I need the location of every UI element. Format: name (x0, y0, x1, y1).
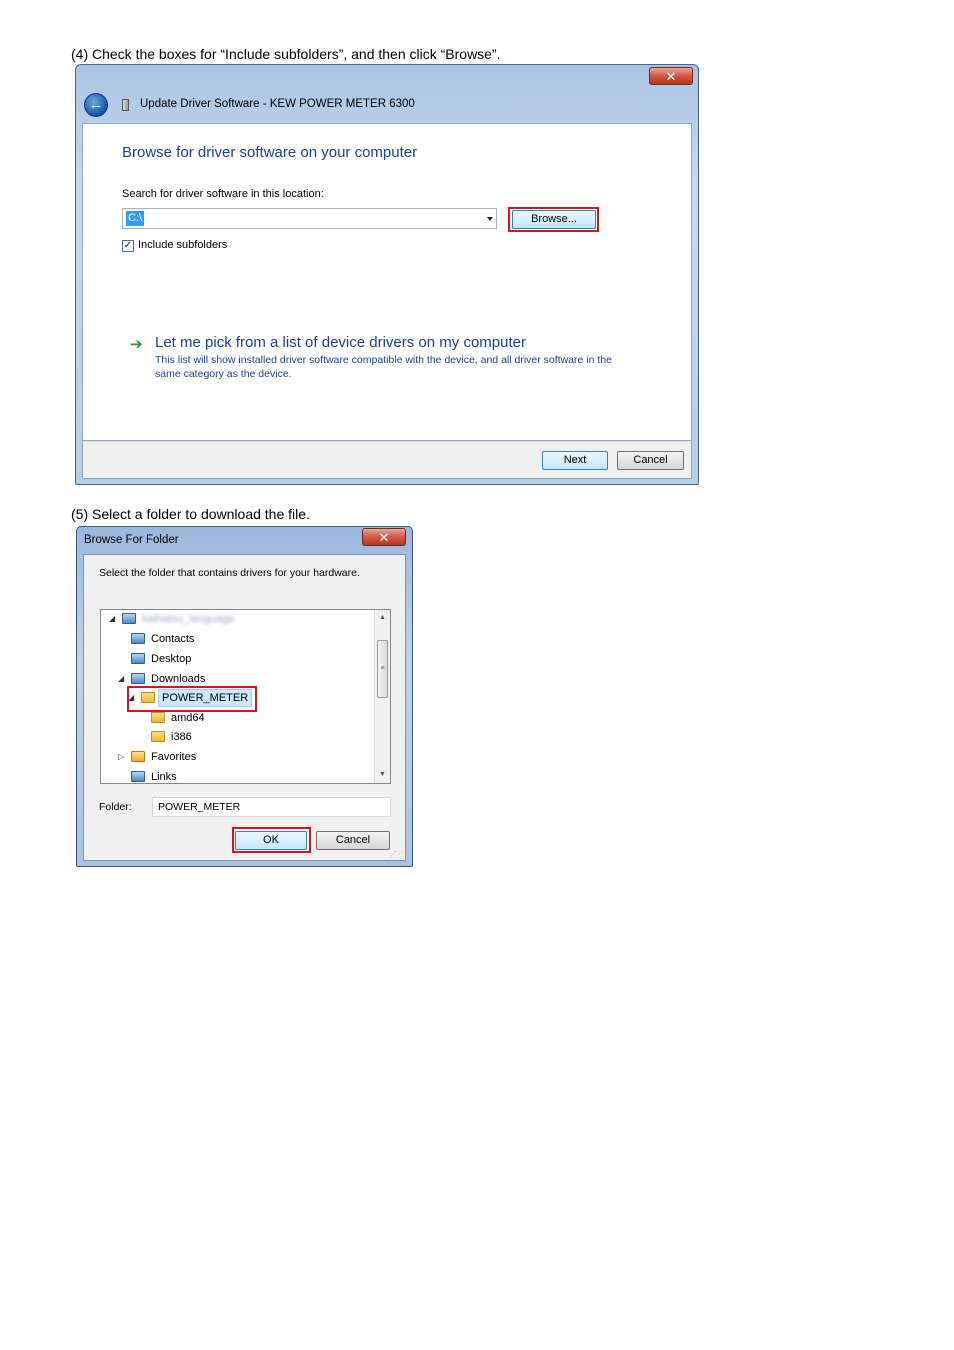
dialog-title: Browse For Folder (84, 534, 179, 546)
page-heading: Browse for driver software on your compu… (122, 144, 418, 161)
path-value[interactable]: C:\ (126, 211, 145, 226)
favorites-folder-icon (131, 751, 145, 762)
include-subfolders-label[interactable]: Include subfolders (138, 239, 227, 251)
tree-item-label: i386 (171, 731, 192, 743)
pick-driver-description: This list will show installed driver sof… (155, 354, 612, 380)
desktop-folder-icon (131, 653, 145, 664)
close-button[interactable]: ✕ (362, 528, 406, 546)
cancel-button[interactable]: Cancel (316, 831, 390, 850)
include-subfolders-checkbox[interactable]: ✓ (122, 240, 134, 252)
dialog-footer: Next Cancel (82, 441, 692, 479)
browse-folder-dialog: Browse For Folder ✕ Select the folder th… (76, 526, 413, 867)
contacts-folder-icon (131, 633, 145, 644)
back-arrow-icon[interactable]: ← (84, 93, 108, 117)
search-location-label: Search for driver software in this locat… (122, 188, 324, 200)
next-button[interactable]: Next (542, 451, 608, 470)
folder-field-label: Folder: (99, 801, 132, 813)
collapsed-icon[interactable]: ▷ (118, 748, 124, 766)
user-folder-icon (122, 613, 136, 624)
tree-item-label: Links (151, 771, 177, 783)
tree-item-label: Favorites (151, 751, 197, 763)
dialog-content: Browse for driver software on your compu… (82, 123, 692, 441)
tree-item-label: Desktop (151, 653, 192, 665)
chevron-down-icon[interactable] (487, 217, 493, 221)
path-combobox[interactable]: C:\ (122, 208, 497, 229)
vertical-scrollbar[interactable]: ▲ ≡ ▼ (374, 610, 390, 783)
browse-highlight-box (508, 207, 599, 232)
dialog-content: Select the folder that contains drivers … (83, 554, 406, 861)
tree-item-label: kaihatsu_language (142, 613, 235, 625)
cancel-button[interactable]: Cancel (617, 451, 684, 470)
folder-icon (151, 712, 165, 723)
step-4-caption: (4) Check the boxes for “Include subfold… (71, 46, 501, 62)
close-button[interactable]: ✕ (649, 67, 693, 85)
links-folder-icon (131, 771, 145, 782)
instruction-text: Select the folder that contains drivers … (99, 567, 360, 579)
scroll-up-icon[interactable]: ▲ (375, 610, 390, 626)
ok-highlight-box (232, 827, 311, 853)
dialog-title: Update Driver Software - KEW POWER METER… (140, 98, 415, 110)
update-driver-dialog: ✕ ← Update Driver Software - KEW POWER M… (75, 64, 699, 485)
expanded-icon[interactable]: ◢ (118, 670, 124, 688)
folder-icon (151, 731, 165, 742)
folder-field[interactable]: POWER_METER (152, 797, 391, 817)
step-5-caption: (5) Select a folder to download the file… (71, 506, 310, 522)
downloads-folder-icon (131, 673, 145, 684)
expanded-icon[interactable]: ◢ (109, 610, 115, 628)
scroll-down-icon[interactable]: ▼ (375, 767, 390, 783)
device-icon (122, 99, 129, 111)
green-arrow-icon: ➔ (130, 336, 143, 353)
resize-grip-icon[interactable]: ⋰⋰ (390, 850, 403, 858)
power-meter-highlight-box (127, 686, 257, 712)
tree-item-label: Contacts (151, 633, 195, 645)
dialog-header: ← Update Driver Software - KEW POWER MET… (76, 85, 698, 123)
pick-driver-link[interactable]: Let me pick from a list of device driver… (155, 334, 526, 351)
scroll-thumb[interactable]: ≡ (377, 640, 388, 698)
